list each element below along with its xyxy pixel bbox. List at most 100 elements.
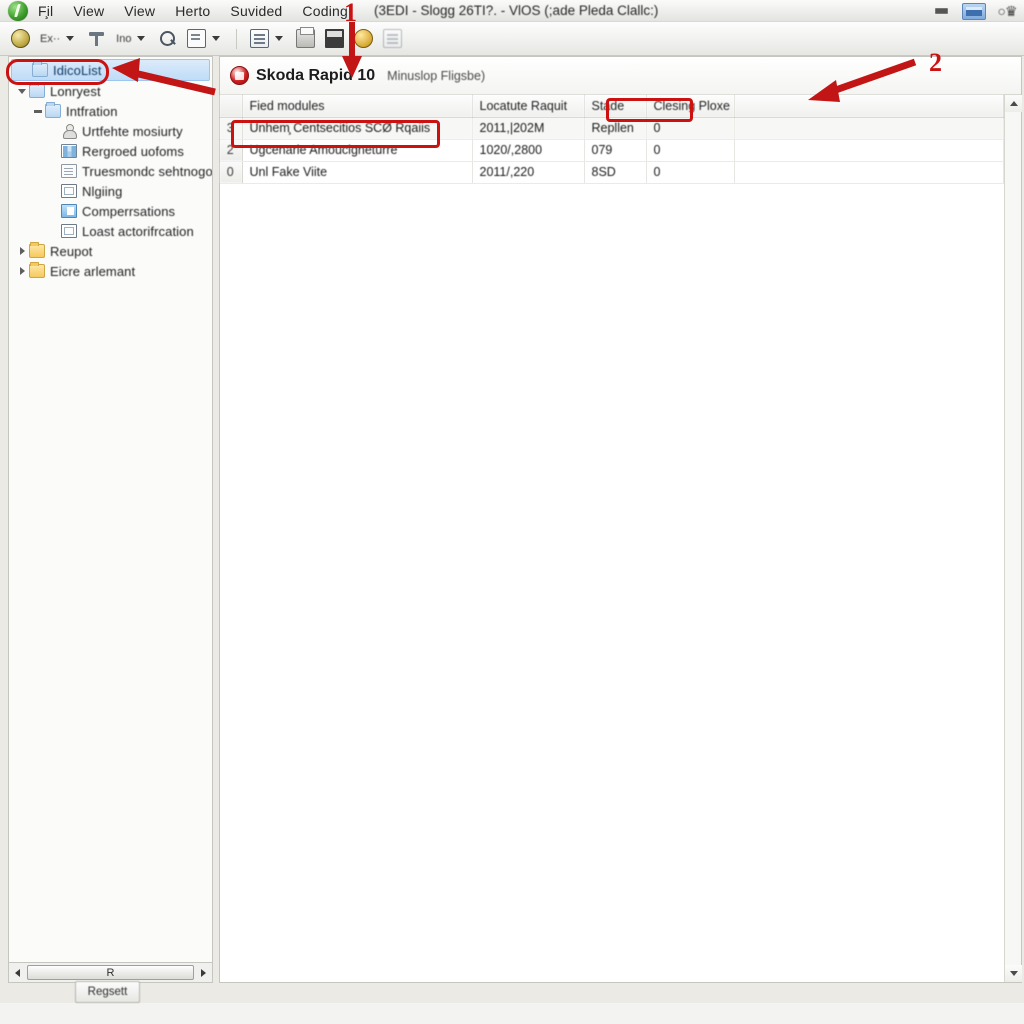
cell-price: 0 <box>646 139 735 162</box>
data-grid: Fied modules Locatute Raquit Stade Clesi… <box>220 95 1004 184</box>
menu-item-3[interactable]: Herto <box>175 3 210 19</box>
sidebar-item-lonryest[interactable]: Lonryest <box>9 81 212 101</box>
sidebar-horizontal-scrollbar[interactable]: R <box>8 963 213 983</box>
menu-item-2[interactable]: View <box>124 3 155 19</box>
toolbar-button-funnel[interactable] <box>84 26 109 52</box>
vertical-scrollbar[interactable] <box>1004 95 1022 982</box>
sidebar-item-rergroed-uofoms[interactable]: Rergroed uofoms <box>9 141 212 161</box>
toolbar-label-export: Ex·· <box>40 32 61 45</box>
sidebar-item-urtfehte-mosiurty[interactable]: Urtfehte mosiurty <box>9 121 212 141</box>
panel-title: Skoda Rapid 10 <box>256 66 376 84</box>
folder-icon <box>29 242 45 258</box>
toolbar-button-export[interactable]: Ex·· <box>37 26 80 52</box>
list-icon <box>250 29 270 48</box>
chevron-right-icon[interactable] <box>15 244 29 258</box>
menu-item-4[interactable]: Suvided <box>230 3 282 19</box>
cell-rest <box>734 117 1004 140</box>
maximize-icon[interactable] <box>962 2 986 20</box>
data-grid-header: Fied modules Locatute Raquit Stade Clesi… <box>220 95 1004 118</box>
cell-num: 2 <box>220 139 243 162</box>
sidebar-item-eicre-arlemant[interactable]: Eiсre arlemant <box>9 261 212 281</box>
cell-name: Ugcenarle Amoucigneturre <box>242 139 473 162</box>
globe-icon <box>11 29 30 48</box>
disabled-icon <box>383 29 403 48</box>
folder-blue-icon <box>32 61 48 77</box>
sidebar-item-label: Reupot <box>50 243 93 259</box>
sidebar-item-nlgiing[interactable]: Nlgiing <box>9 181 212 201</box>
sidebar-item-label: Urtfehte mosiurty <box>82 123 183 139</box>
print-icon <box>296 27 316 48</box>
cell-name: Unl Fake Viite <box>242 161 473 184</box>
close-icon[interactable]: ○♛ <box>996 3 1018 19</box>
chevron-down-icon <box>275 36 284 41</box>
scroll-left-icon[interactable] <box>9 964 26 982</box>
window-title: (3EDI - Slogg 26TI?. - VlOS (;ade Pleda … <box>374 3 659 18</box>
title-bar: F̧il View View Herto Suvided Coding (3ED… <box>0 0 1024 22</box>
funnel-icon <box>87 29 106 48</box>
column-header-num[interactable] <box>220 95 243 118</box>
window-controls: ○♛ <box>930 0 1018 22</box>
box-icon <box>187 29 207 48</box>
cell-name: Unhem̧ Centsecitios SCØ Rqaiis <box>242 117 473 140</box>
scroll-up-icon[interactable] <box>1005 95 1022 112</box>
main-content-panel: Skoda Rapid 10 Minuslop Fligsbe) Fied mo… <box>219 56 1022 983</box>
column-header-state[interactable]: Stade <box>584 95 647 118</box>
data-grid-body: 3 Unhem̧ Centsecitios SCØ Rqaiis 2011,|2… <box>220 117 1004 184</box>
menu-bar: F̧il View View Herto Suvided Coding <box>38 3 348 19</box>
cell-num: 0 <box>220 161 243 184</box>
sidebar-item-loast-actorifrcation[interactable]: Loast actorifrcation <box>9 221 212 241</box>
sidebar-item-intfration[interactable]: Intfration <box>9 101 212 121</box>
toolbar-button-coin[interactable] <box>351 26 376 52</box>
scroll-down-icon[interactable] <box>1005 965 1022 982</box>
folder-icon <box>29 262 45 278</box>
column-header-date[interactable]: Locatute Raquit <box>472 95 585 118</box>
toolbar-button-box[interactable] <box>184 26 226 52</box>
window-icon <box>61 184 77 198</box>
window-blue-icon <box>61 204 77 218</box>
toolbar-button-list[interactable] <box>247 26 289 52</box>
cell-rest <box>734 161 1004 184</box>
table-row[interactable]: 0 Unl Fake Viite 2011/,220 8SD 0 <box>220 161 1004 184</box>
sidebar-item-truesmondc-sehtnogor[interactable]: Truesmondc sehtnogor <box>9 161 212 181</box>
chevron-down-icon[interactable] <box>15 84 29 98</box>
toolbar-button-info[interactable]: Ino <box>113 26 151 52</box>
toolbar-button-grid[interactable] <box>322 26 347 52</box>
table-row[interactable]: 3 Unhem̧ Centsecitios SCØ Rqaiis 2011,|2… <box>220 117 1004 140</box>
data-grid-container: Fied modules Locatute Raquit Stade Clesi… <box>220 95 1004 982</box>
toolbar-button-globe[interactable] <box>8 26 33 52</box>
window-icon <box>61 224 77 238</box>
cell-num: 3 <box>220 117 243 140</box>
panel-header: Skoda Rapid 10 Minuslop Fligsbe) <box>220 57 1021 95</box>
column-header-name[interactable]: Fied modules <box>242 95 473 118</box>
sidebar-item-label: Truesmondc sehtnogor <box>82 163 213 179</box>
sidebar-item-label: Rergroed uofoms <box>82 143 184 159</box>
app-logo-icon <box>8 0 28 21</box>
toolbar-button-search[interactable] <box>155 26 180 52</box>
column-header-rest[interactable] <box>734 95 1004 118</box>
table-row[interactable]: 2 Ugcenarle Amoucigneturre 1020/,2800 07… <box>220 139 1004 162</box>
folder-blue-icon <box>45 102 61 118</box>
sidebar-item-label: Nlgiing <box>82 183 123 199</box>
toolbar-separator <box>236 28 238 49</box>
chevron-down-icon <box>66 36 75 41</box>
column-header-closing-price[interactable]: Clesing Ploxe <box>646 95 735 118</box>
tree-view: IdicoList Lonryest Intfration Urtfehte m… <box>9 57 212 281</box>
chevron-down-icon <box>212 36 221 41</box>
scroll-right-icon[interactable] <box>195 964 212 982</box>
sidebar-item-reupot[interactable]: Reupot <box>9 241 212 261</box>
sidebar-item-idicolist[interactable]: IdicoList <box>11 59 210 81</box>
menu-item-0[interactable]: F̧il <box>38 3 53 19</box>
cell-date: 1020/,2800 <box>472 139 585 162</box>
menu-item-1[interactable]: View <box>73 3 104 19</box>
toolbar-button-print[interactable] <box>293 26 318 52</box>
scrollbar-thumb[interactable]: R <box>27 965 194 980</box>
menu-item-5[interactable]: Coding <box>302 3 348 19</box>
collapse-minus-icon[interactable] <box>31 104 45 118</box>
sidebar-item-comperrsations[interactable]: Comperrsations <box>9 201 212 221</box>
minimize-icon[interactable] <box>930 3 952 19</box>
request-button[interactable]: Regsett <box>75 981 140 1003</box>
sidebar-item-label: Loast actorifrcation <box>82 223 194 239</box>
cell-date: 2011/,220 <box>472 161 585 184</box>
chevron-right-icon[interactable] <box>15 264 29 278</box>
grid-icon <box>325 29 345 48</box>
